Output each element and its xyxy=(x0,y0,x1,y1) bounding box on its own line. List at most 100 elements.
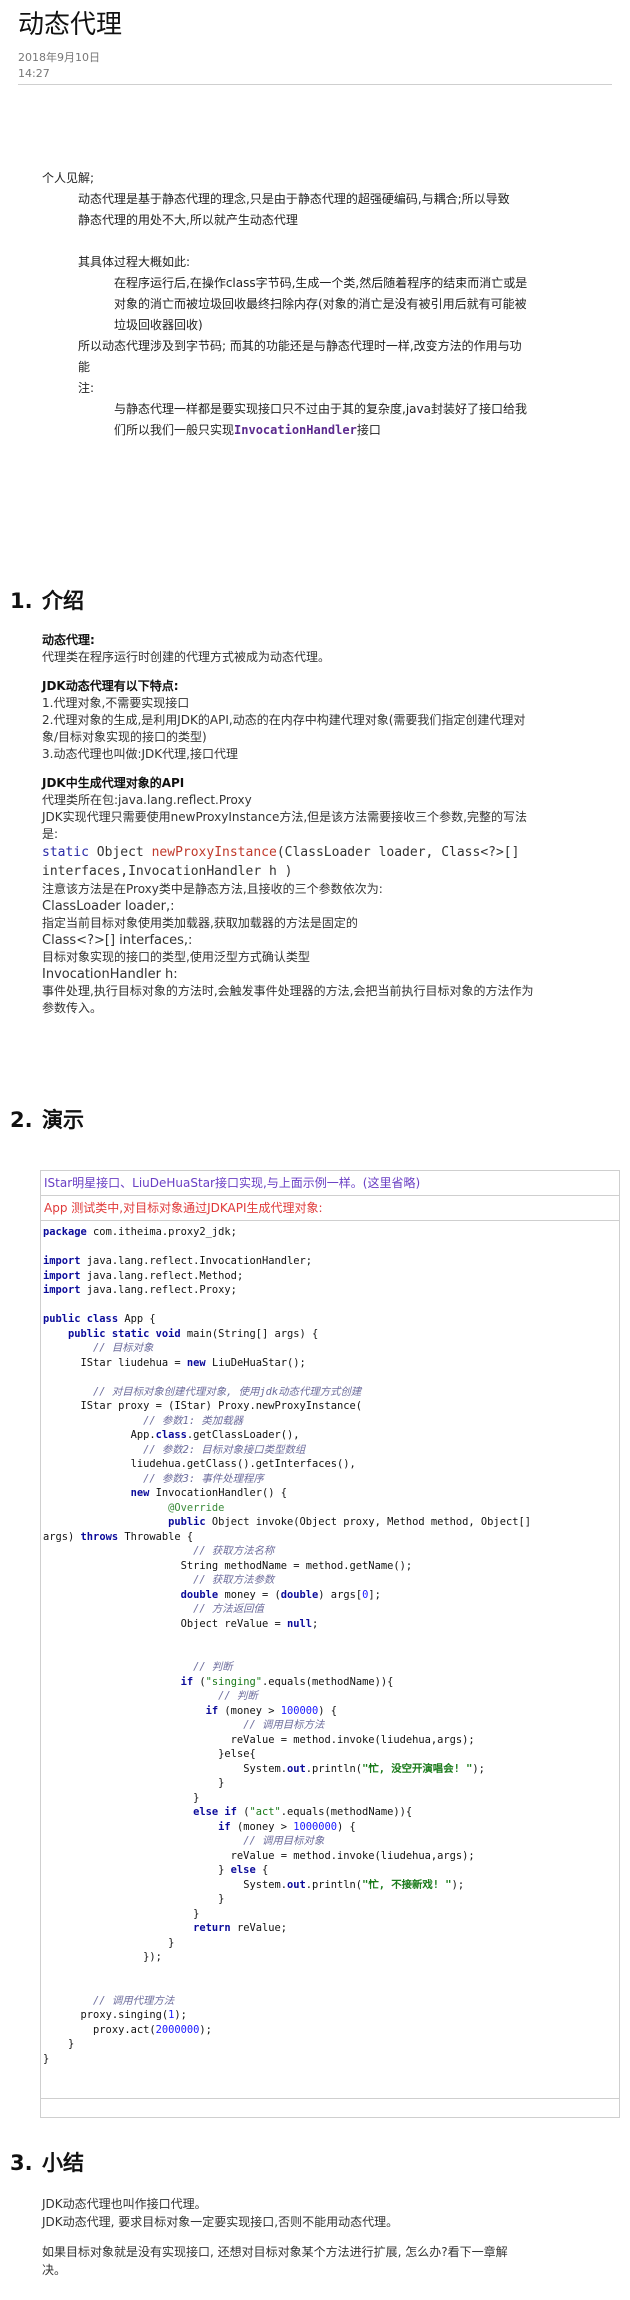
intro-line: 静态代理的用处不大,所以就产生动态代理 xyxy=(78,213,298,227)
keyword: public static void xyxy=(68,1327,181,1340)
keyword: out xyxy=(286,1878,306,1891)
code-text: System. xyxy=(243,1762,287,1775)
code-text: ]; xyxy=(368,1588,381,1601)
code-text: IStar proxy = (IStar) Proxy.newProxyInst… xyxy=(80,1400,363,1412)
code-block: package com.itheima.proxy2_jdk; import j… xyxy=(43,1226,531,2065)
code-text: ; xyxy=(312,1617,319,1630)
keyword: else xyxy=(230,1864,256,1876)
intro-line: 能 xyxy=(78,360,91,374)
intro-line: 注: xyxy=(78,381,95,395)
code-comment: // 对目标对象创建代理对象, 使用jdk动态代理方式创建 xyxy=(93,1385,362,1398)
code-text: Object invoke(Object proxy, Method metho… xyxy=(205,1516,531,1528)
code-comment: // 调用目标方法 xyxy=(243,1719,325,1731)
code-comment: // 参数1: 类加载器 xyxy=(143,1414,243,1427)
section-heading-demo: 2. 演示 xyxy=(10,1104,84,1134)
code-text: ); xyxy=(199,2023,212,2036)
code-text: Object xyxy=(88,845,152,860)
code-text: }); xyxy=(143,1951,162,1963)
code-box-footer xyxy=(41,2098,619,2117)
code-text: } xyxy=(193,1907,200,1920)
intro-line: 们所以我们一般只实现InvocationHandler接口 xyxy=(42,420,617,441)
code-text: reValue; xyxy=(230,1922,287,1934)
code-text: ); xyxy=(174,2009,187,2021)
code-text: java.lang.reflect.Proxy; xyxy=(80,1284,237,1296)
code-text: (money > xyxy=(230,1820,294,1833)
code-text: ) { xyxy=(337,1820,356,1833)
text: 注意该方法是在Proxy类中是静态方法,且接收的三个参数依次为: xyxy=(42,882,383,896)
keyword: if xyxy=(180,1675,194,1688)
keyword: return xyxy=(193,1922,231,1934)
section-number: 3. xyxy=(10,2151,33,2175)
string-literal: "忙, 不接新戏! " xyxy=(362,1878,452,1891)
invocationhandler-term: InvocationHandler xyxy=(234,423,357,437)
code-text: ); xyxy=(451,1878,465,1891)
section-number: 2. xyxy=(10,1108,33,1132)
text: 指定当前目标对象使用类加载器,获取加载器的方法是固定的 xyxy=(42,916,358,930)
keyword: else if xyxy=(193,1806,237,1818)
text: 事件处理,执行目标对象的方法时,会触发事件处理器的方法,会把当前执行目标对象的方… xyxy=(42,984,534,998)
code-text: ) { xyxy=(318,1704,338,1717)
text: JDK实现代理只需要使用newProxyInstance方法,但是该方法需要接收… xyxy=(42,810,527,824)
page-title: 动态代理 xyxy=(18,10,123,40)
article-date: 2018年9月10日 xyxy=(18,51,100,64)
intro-line: 其具体过程大概如此: xyxy=(78,255,191,269)
keyword: import xyxy=(43,1284,81,1296)
code-text: money = ( xyxy=(218,1588,281,1601)
keyword: if xyxy=(218,1820,231,1833)
code-text: proxy.singing( xyxy=(80,2009,169,2021)
code-text: args) xyxy=(43,1530,81,1543)
section-title: 介绍 xyxy=(42,589,84,613)
summary-line: JDK动态代理, 要求目标对象一定要实现接口,否则不能用动态代理。 xyxy=(42,2215,399,2229)
code-comment: // 判断 xyxy=(193,1661,233,1673)
code-text: IStar liudehua = xyxy=(80,1356,187,1369)
code-text: ) args[ xyxy=(318,1588,363,1601)
section-title: 小结 xyxy=(42,2151,84,2175)
heading-dynamic-proxy: 动态代理: xyxy=(42,633,95,647)
code-text: .equals(methodName)){ xyxy=(280,1806,413,1818)
code-text: System. xyxy=(243,1878,287,1891)
number-literal: 1000000 xyxy=(293,1820,338,1833)
code-text: App. xyxy=(130,1429,156,1441)
param-name: ClassLoader loader,: xyxy=(42,899,175,914)
code-comment: // 参数2: 目标对象接口类型数组 xyxy=(143,1443,306,1456)
text: 代理类所在包:java.lang.reflect.Proxy xyxy=(42,793,252,807)
keyword: null xyxy=(287,1617,313,1630)
summary-line: JDK动态代理也叫作接口代理。 xyxy=(42,2197,207,2211)
method-signature: static Object newProxyInstance(ClassLoad… xyxy=(42,843,617,862)
string-literal: "act" xyxy=(249,1806,281,1818)
heading-jdk-api: JDK中生成代理对象的API xyxy=(42,776,185,790)
keyword: import xyxy=(43,1255,81,1267)
text: 参数传入。 xyxy=(42,1001,103,1015)
code-text: reValue = method.invoke(liudehua,args); xyxy=(230,1733,475,1746)
code-text: } xyxy=(68,2038,75,2050)
article-time: 14:27 xyxy=(18,67,50,80)
code-text: proxy.act( xyxy=(93,2023,156,2036)
text: 2.代理对象的生成,是利用JDK的API,动态的在内存中构建代理对象(需要我们指… xyxy=(42,713,526,727)
code-text: Throwable { xyxy=(118,1530,194,1543)
section-heading-intro: 1. 介绍 xyxy=(10,585,84,615)
section-heading-summary: 3. 小结 xyxy=(10,2147,84,2177)
code-comment: // 获取方法名称 xyxy=(193,1545,275,1557)
code-text: .println( xyxy=(305,1762,363,1775)
string-literal: "singing" xyxy=(205,1675,262,1688)
keyword: import xyxy=(43,1269,81,1282)
code-text: (money > xyxy=(218,1704,281,1717)
method-name: newProxyInstance xyxy=(151,845,277,860)
intro-line: 与静态代理一样都是要实现接口只不过由于其的复杂度,java封装好了接口给我 xyxy=(114,402,527,416)
intro-line: 动态代理是基于静态代理的理念,只是由于静态代理的超强硬编码,与耦合;所以导致 xyxy=(78,192,510,206)
code-text: } xyxy=(218,1893,225,1905)
section-number: 1. xyxy=(10,589,33,613)
intro-line: 个人见解; xyxy=(42,171,95,185)
intro-line: 所以动态代理涉及到字节码; 而其的功能还是与静态代理时一样,改变方法的作用与功 xyxy=(78,339,522,353)
summary-line: 如果目标对象就是没有实现接口, 还想对目标对象某个方法进行扩展, 怎么办?看下一… xyxy=(42,2245,508,2259)
code-comment: // 获取方法参数 xyxy=(193,1574,275,1586)
summary-body: JDK动态代理也叫作接口代理。 JDK动态代理, 要求目标对象一定要实现接口,否… xyxy=(42,2195,617,2279)
summary-line: 决。 xyxy=(42,2263,67,2277)
intro-line: 在程序运行后,在操作class字节码,生成一个类,然后随着程序的结束而消亡或是 xyxy=(114,276,528,290)
annotation: @Override xyxy=(168,1501,225,1514)
keyword: throws xyxy=(80,1530,119,1543)
code-comment: // 方法返回值 xyxy=(193,1603,264,1615)
number-literal: 2000000 xyxy=(155,2023,200,2036)
code-comment: // 参数3: 事件处理程序 xyxy=(143,1472,264,1485)
intro-line: 垃圾回收器回收) xyxy=(114,318,203,332)
